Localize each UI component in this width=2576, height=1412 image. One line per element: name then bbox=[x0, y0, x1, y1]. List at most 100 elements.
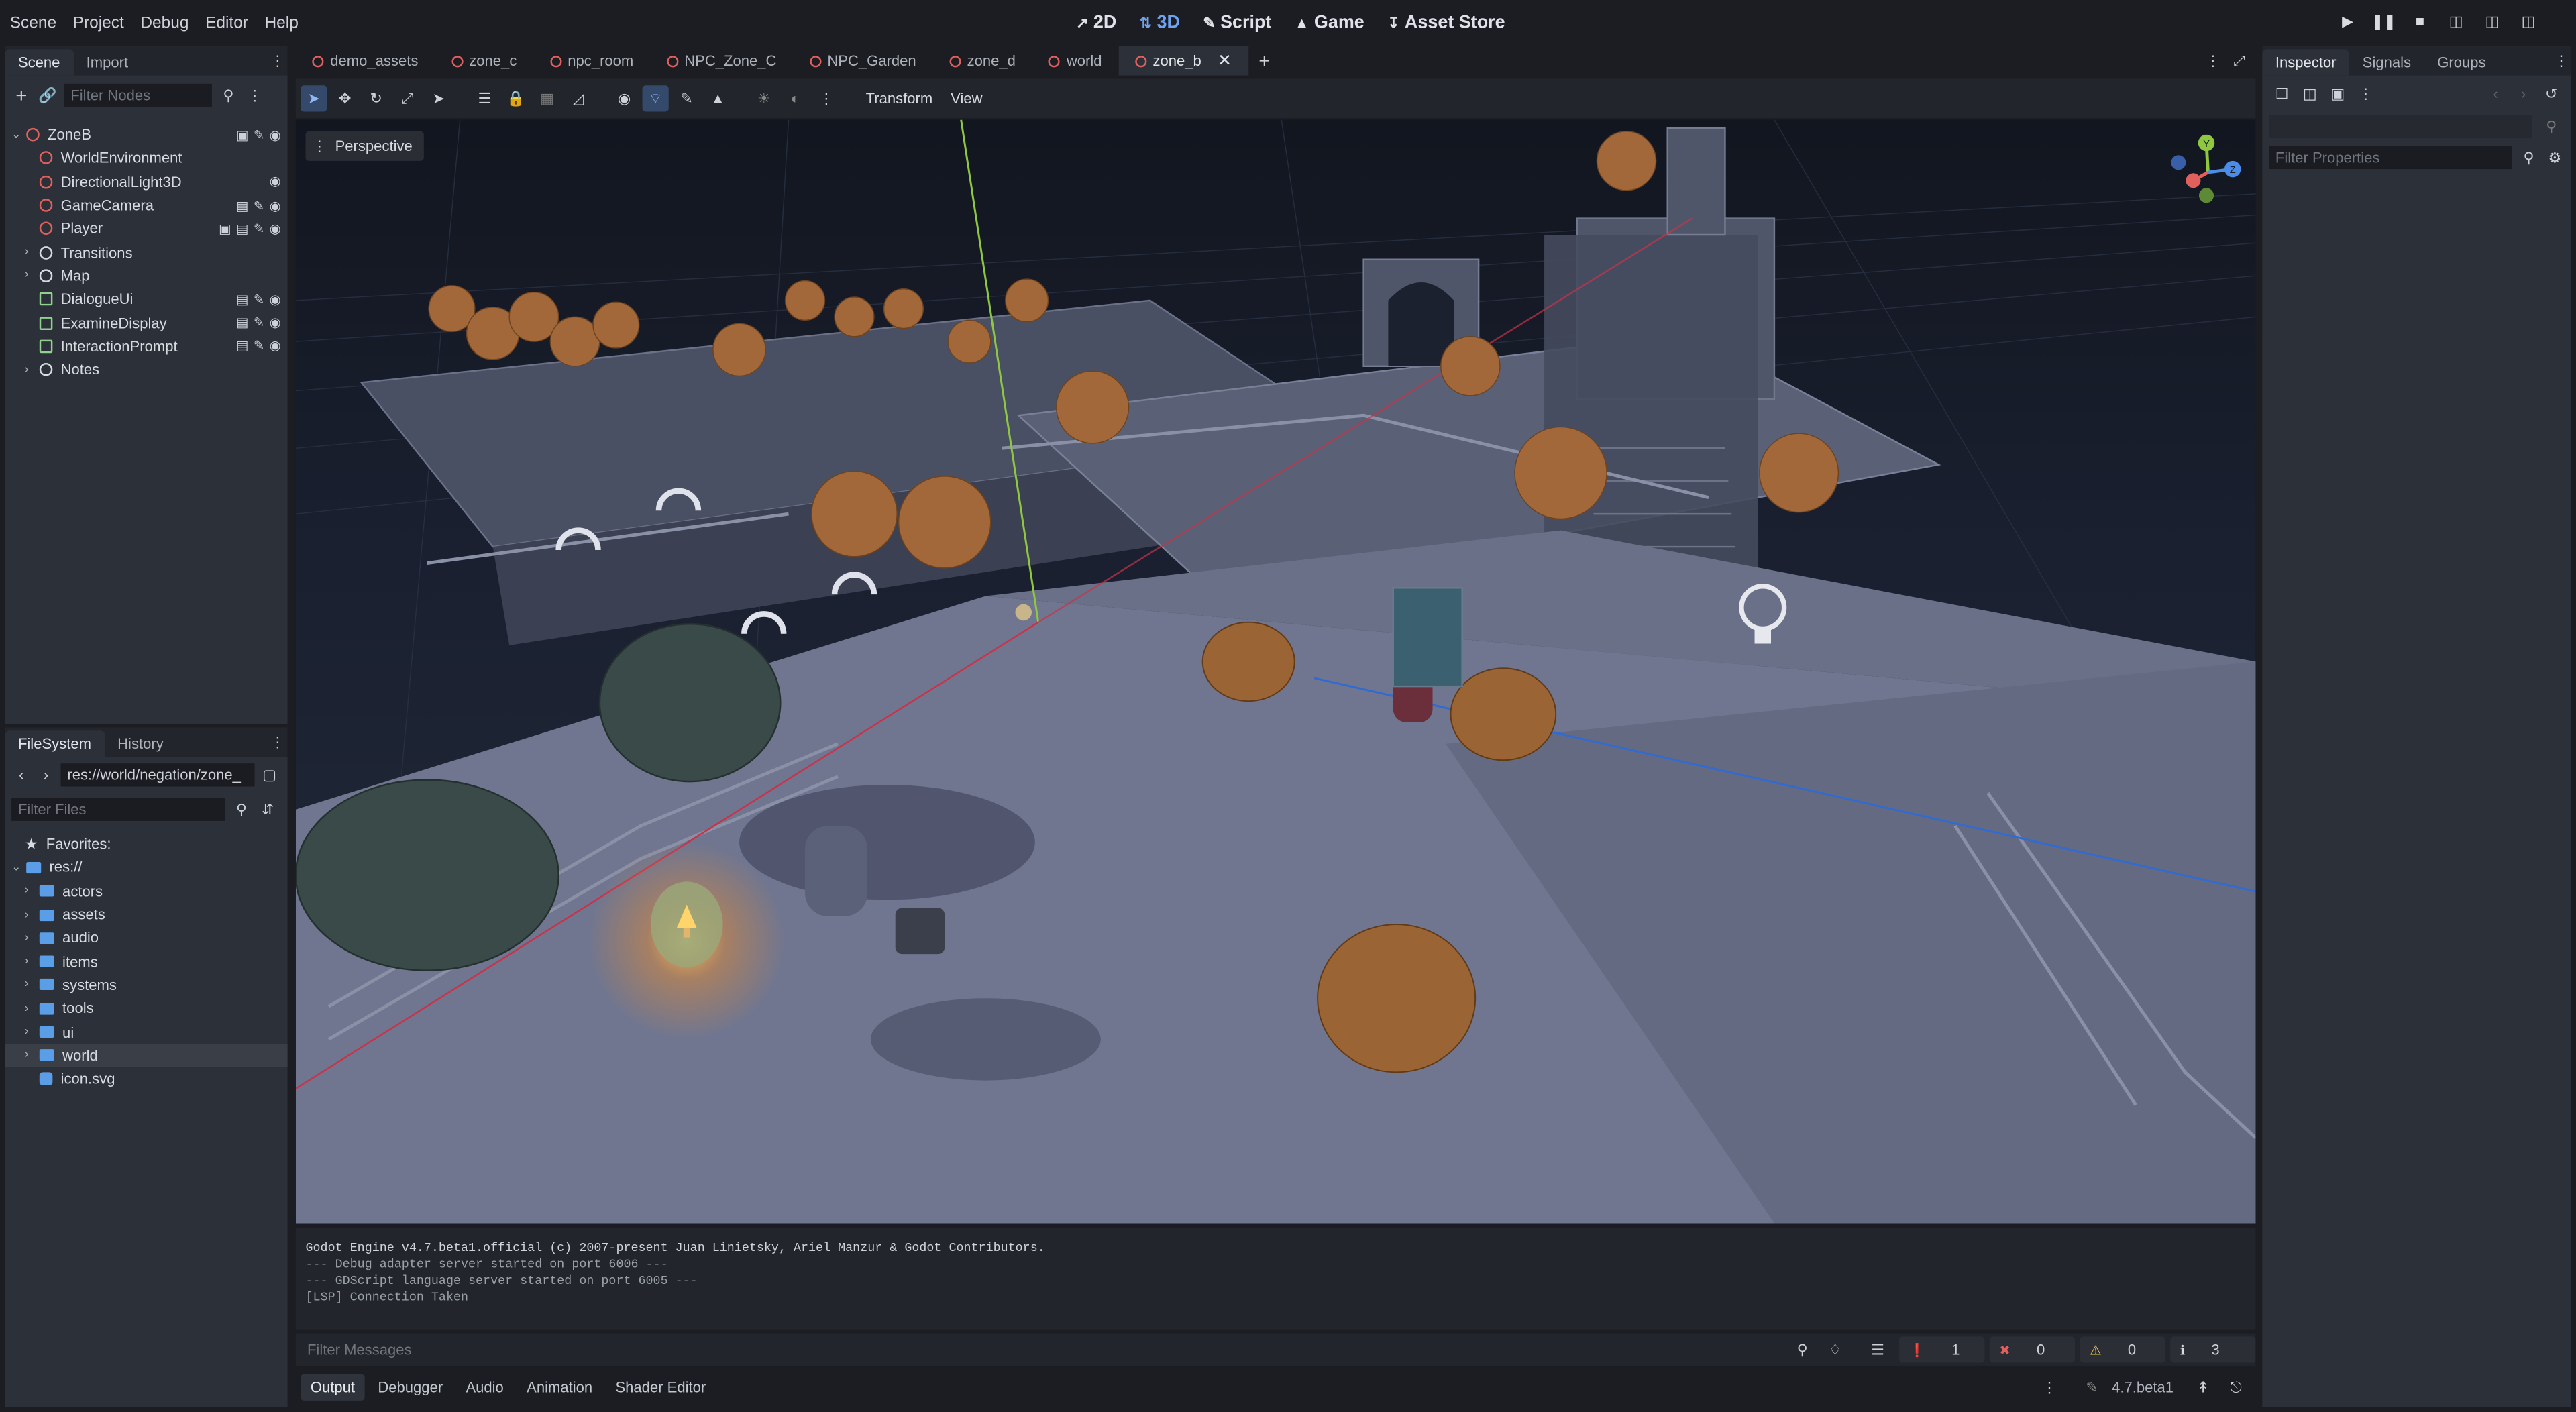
object-history-icon[interactable]: ↺ bbox=[2542, 84, 2561, 103]
folder-tools[interactable]: › tools bbox=[5, 997, 287, 1020]
clapper-icon[interactable]: ▤ bbox=[236, 221, 249, 236]
expand-arrow-icon[interactable]: ⌄ bbox=[11, 861, 26, 874]
visibility-eye-icon[interactable]: ◉ bbox=[270, 339, 281, 354]
group-icon[interactable]: ▦ bbox=[534, 89, 560, 108]
file-icon-svg[interactable]: icon.svg bbox=[5, 1067, 287, 1091]
res-root-row[interactable]: ⌄ res:// bbox=[5, 856, 287, 879]
play-scene-icon[interactable]: ◫ bbox=[2445, 10, 2467, 33]
collapse-arrow-icon[interactable]: › bbox=[25, 979, 40, 991]
tab-signals[interactable]: Signals bbox=[2349, 49, 2424, 75]
history-forward-icon[interactable]: › bbox=[2514, 84, 2533, 103]
history-back-icon[interactable]: ‹ bbox=[2485, 84, 2505, 103]
folder-audio[interactable]: › audio bbox=[5, 926, 287, 950]
back-icon[interactable]: ‹ bbox=[11, 765, 31, 785]
menu-scene[interactable]: Scene bbox=[10, 14, 56, 32]
collapse-arrow-icon[interactable]: › bbox=[25, 270, 40, 281]
perspective-menu[interactable]: ⋮ Perspective bbox=[305, 131, 424, 161]
favorites-row[interactable]: ★ Favorites: bbox=[5, 832, 287, 856]
snap-icon[interactable]: ⌔ bbox=[642, 85, 669, 112]
workspace-game-button[interactable]: ▲ Game bbox=[1295, 13, 1364, 33]
select-tool-icon[interactable]: ➤ bbox=[301, 85, 327, 112]
workspace-script-button[interactable]: ✎ Script bbox=[1203, 13, 1271, 33]
movie-maker-icon[interactable]: ◫ bbox=[2517, 10, 2540, 33]
folder-assets[interactable]: › assets bbox=[5, 903, 287, 926]
tab-filesystem[interactable]: FileSystem bbox=[5, 730, 105, 757]
clapper-icon[interactable]: ▤ bbox=[236, 198, 249, 213]
scene-node-interactionprompt[interactable]: InteractionPrompt ▤ ✎ ◉ bbox=[5, 335, 287, 358]
visibility-eye-icon[interactable]: ◉ bbox=[270, 315, 281, 330]
visibility-eye-icon[interactable]: ◉ bbox=[270, 174, 281, 189]
scene-node-gamecamera[interactable]: GameCamera ▤ ✎ ◉ bbox=[5, 194, 287, 217]
panel-menu-icon[interactable]: ⋮ bbox=[2039, 1378, 2059, 1397]
folder-world[interactable]: › world bbox=[5, 1043, 288, 1067]
scene-node-map[interactable]: › Map bbox=[5, 264, 287, 288]
filter-info-toggle[interactable]: ℹ3 bbox=[2170, 1336, 2256, 1363]
script-icon[interactable]: ✎ bbox=[254, 292, 264, 307]
collapse-arrow-icon[interactable]: › bbox=[25, 1050, 40, 1061]
expand-arrow-icon[interactable]: ⌄ bbox=[11, 128, 26, 142]
scene-tab-world[interactable]: world bbox=[1032, 46, 1118, 76]
inspector-options-icon[interactable]: ⋮ bbox=[2356, 84, 2375, 103]
filter-error-toggle[interactable]: ✖ 0 bbox=[1989, 1336, 2076, 1363]
tab-groups[interactable]: Groups bbox=[2424, 49, 2499, 75]
scene-node-notes[interactable]: › Notes bbox=[5, 358, 287, 382]
tab-debugger[interactable]: Debugger bbox=[368, 1374, 453, 1401]
pin-icon[interactable]: ▲ bbox=[705, 89, 731, 108]
list-select-icon[interactable]: ☰ bbox=[472, 89, 498, 108]
close-icon[interactable]: ✕ bbox=[1218, 52, 1232, 70]
play-custom-icon[interactable]: ◫ bbox=[2481, 10, 2504, 33]
transform-menu[interactable]: Transform bbox=[859, 91, 939, 107]
scene-node-examinedisplay[interactable]: ExamineDisplay ▤ ✎ ◉ bbox=[5, 311, 287, 335]
folder-ui[interactable]: › ui bbox=[5, 1020, 287, 1044]
folder-systems[interactable]: › systems bbox=[5, 973, 287, 997]
open-resource-icon[interactable]: ◫ bbox=[2300, 84, 2320, 103]
rotate-tool-icon[interactable]: ↻ bbox=[363, 89, 389, 108]
scene-node-player[interactable]: Player ▣ ▤ ✎ ◉ bbox=[5, 217, 287, 241]
object-selector[interactable] bbox=[2269, 115, 2532, 138]
menu-project[interactable]: Project bbox=[73, 14, 124, 32]
visibility-eye-icon[interactable]: ◉ bbox=[270, 221, 281, 236]
tab-animation[interactable]: Animation bbox=[517, 1374, 602, 1401]
collapse-arrow-icon[interactable]: › bbox=[25, 1026, 40, 1038]
save-resource-icon[interactable]: ▣ bbox=[2328, 84, 2347, 103]
scene-options-icon[interactable]: ⋮ bbox=[245, 85, 264, 105]
menu-editor[interactable]: Editor bbox=[205, 14, 248, 32]
scene-tab-npc_room[interactable]: npc_room bbox=[533, 46, 650, 76]
tab-history[interactable]: History bbox=[105, 730, 177, 757]
workspace-2d-button[interactable]: ↗ 2D bbox=[1076, 13, 1116, 33]
clear-output-icon[interactable]: ♢ bbox=[1825, 1340, 1845, 1359]
more-options-icon[interactable]: ⋮ bbox=[813, 89, 839, 108]
script-icon[interactable]: ✎ bbox=[254, 198, 264, 213]
expand-panel-icon[interactable]: ↟ bbox=[2193, 1378, 2212, 1397]
scene-node-transitions[interactable]: › Transitions bbox=[5, 241, 287, 264]
tab-shader-editor[interactable]: Shader Editor bbox=[606, 1374, 716, 1401]
scene-tab-zone_b[interactable]: zone_b ✕ bbox=[1118, 46, 1248, 76]
sun-toggle-icon[interactable]: ☀ bbox=[751, 89, 777, 108]
scene-tab-zone_c[interactable]: zone_c bbox=[435, 46, 533, 76]
scene-node-directionallight3d[interactable]: DirectionalLight3D ◉ bbox=[5, 170, 287, 194]
instance-scene-icon[interactable]: 🔗 bbox=[38, 85, 57, 105]
menu-debug[interactable]: Debug bbox=[140, 14, 189, 32]
local-space-icon[interactable]: ◉ bbox=[611, 89, 637, 108]
pause-icon[interactable]: ❚❚ bbox=[2371, 10, 2396, 33]
filter-log-toggle[interactable]: ❗ 1 bbox=[1899, 1336, 1985, 1363]
move-tool-icon[interactable]: ✥ bbox=[332, 89, 358, 108]
add-node-icon[interactable]: + bbox=[11, 84, 31, 107]
script-icon[interactable]: ✎ bbox=[254, 339, 264, 354]
collapse-arrow-icon[interactable]: › bbox=[25, 909, 40, 920]
workspace-assetstore-button[interactable]: ↧ Asset Store bbox=[1387, 13, 1505, 33]
tab-audio[interactable]: Audio bbox=[456, 1374, 514, 1401]
scene-tab-demo_assets[interactable]: demo_assets bbox=[296, 46, 435, 76]
sort-icon[interactable]: ⇵ bbox=[258, 800, 277, 819]
scene-tab-npc_zone_c[interactable]: NPC_Zone_C bbox=[650, 46, 793, 76]
property-options-icon[interactable]: ⚙ bbox=[2545, 148, 2565, 167]
scene-tab-npc_garden[interactable]: NPC_Garden bbox=[793, 46, 932, 76]
collapse-arrow-icon[interactable]: › bbox=[25, 246, 40, 258]
tab-output[interactable]: Output bbox=[301, 1374, 365, 1401]
script-icon[interactable]: ✎ bbox=[254, 221, 264, 236]
path-field[interactable]: res://world/negation/zone_ bbox=[60, 763, 255, 787]
clapper-icon[interactable]: ▤ bbox=[236, 339, 249, 354]
collapse-arrow-icon[interactable]: › bbox=[25, 885, 40, 897]
clapper-icon[interactable]: ▤ bbox=[236, 292, 249, 307]
filter-warning-toggle[interactable]: ⚠ 0 bbox=[2080, 1336, 2165, 1363]
